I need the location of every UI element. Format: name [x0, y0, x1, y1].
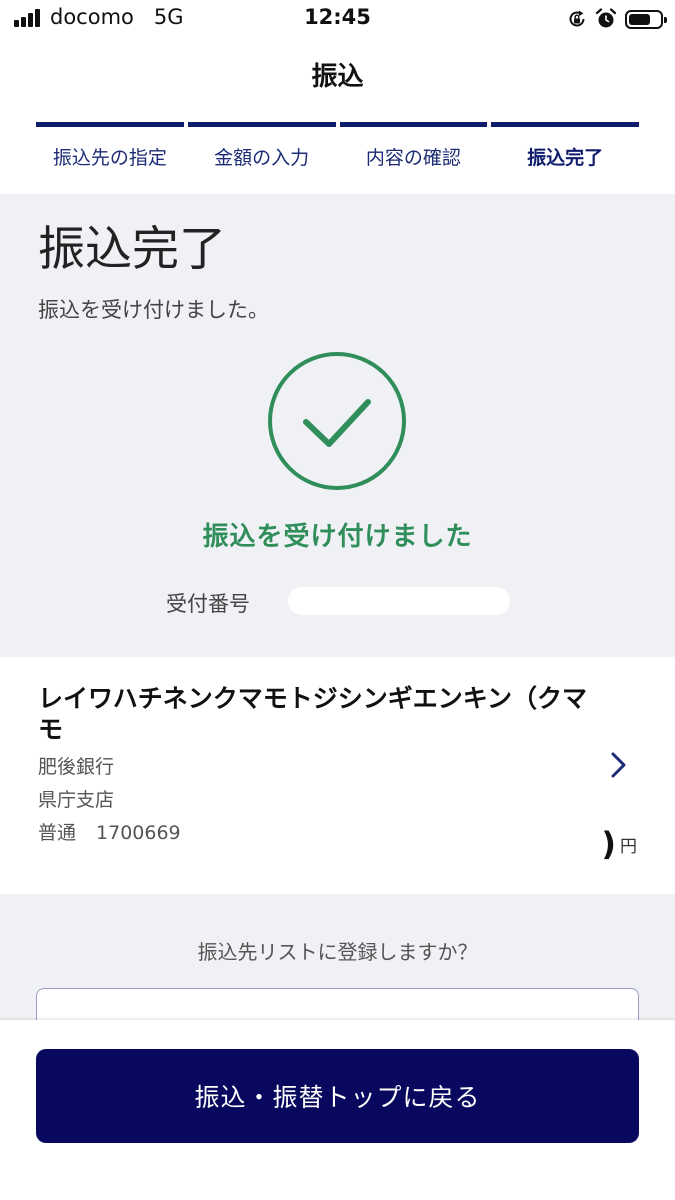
- progress-stepper: 振込先の指定 金額の入力 内容の確認 振込完了: [36, 122, 639, 170]
- step-bar: [339, 122, 488, 127]
- receipt-number-redacted: [288, 587, 510, 615]
- step-label: 振込完了: [527, 147, 604, 169]
- orientation-lock-icon: [569, 10, 585, 27]
- check-circle-icon: [268, 352, 406, 490]
- payee-card[interactable]: レイワハチネンクマモトジシンギエンキン（クマモ 肥後銀行 県庁支店 普通 1700…: [0, 657, 675, 892]
- success-message: 振込を受け付けました: [202, 522, 473, 552]
- step-label: 内容の確認: [365, 147, 461, 169]
- payee-branch: 県庁支店: [38, 789, 115, 811]
- completion-heading: 振込完了: [38, 222, 226, 277]
- register-question: 振込先リストに登録しますか？: [197, 940, 478, 964]
- step-amount: 金額の入力: [187, 122, 336, 170]
- payee-bank: 肥後銀行: [38, 756, 115, 778]
- step-bar: [36, 122, 184, 127]
- back-to-transfer-top-button[interactable]: 振込・振替トップに戻る: [36, 1049, 639, 1143]
- transfer-amount: ) 円: [499, 825, 637, 863]
- status-bar: docomo 5G 12:45: [0, 0, 675, 40]
- step-complete: 振込完了: [491, 122, 639, 170]
- page-title: 振込: [311, 62, 364, 92]
- register-section: 振込先リストに登録しますか？: [0, 894, 675, 1048]
- chevron-right-icon[interactable]: [606, 750, 630, 780]
- step-label: 金額の入力: [214, 147, 310, 169]
- alarm-icon: [595, 8, 617, 28]
- amount-tail: ): [601, 825, 616, 863]
- step-payee: 振込先の指定: [36, 122, 184, 170]
- step-label: 振込先の指定: [52, 147, 167, 169]
- completion-section: 振込完了 振込を受け付けました。 振込を受け付けました 受付番号: [0, 194, 675, 657]
- bottom-bar: 振込・振替トップに戻る: [0, 1020, 675, 1200]
- receipt-number-label: 受付番号: [166, 592, 250, 616]
- battery-icon: [625, 9, 667, 29]
- amount-redacted: [499, 835, 600, 859]
- account-type: 普通: [38, 822, 77, 844]
- payee-account: 普通 1700669: [38, 818, 181, 845]
- completion-message: 振込を受け付けました。: [38, 298, 269, 322]
- step-bar: [491, 122, 639, 127]
- step-bar: [187, 122, 336, 127]
- step-confirm: 内容の確認: [339, 122, 488, 170]
- amount-unit: 円: [620, 837, 637, 857]
- account-number: 1700669: [96, 822, 181, 844]
- payee-name: レイワハチネンクマモトジシンギエンキン（クマモ: [38, 684, 588, 744]
- status-icons: [567, 7, 667, 31]
